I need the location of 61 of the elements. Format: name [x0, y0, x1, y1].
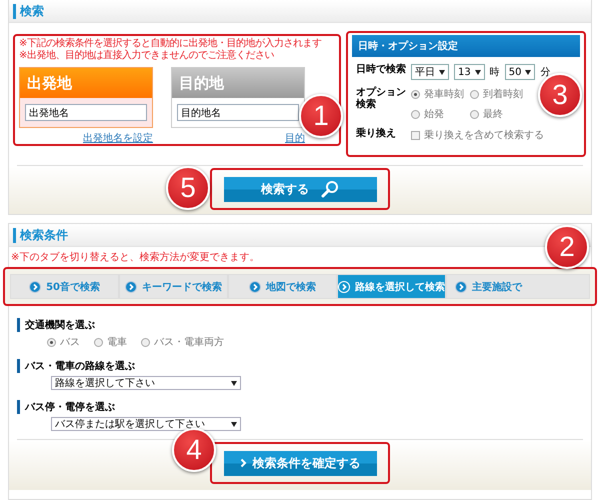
place-field[interactable]: 出発地名 — [25, 104, 147, 121]
place-heading: 出発地 — [20, 68, 152, 98]
place-field[interactable]: 目的地名 — [177, 104, 299, 121]
number-badge: 2 — [545, 225, 589, 269]
field-label: 日時で検索 — [356, 64, 407, 77]
route-select[interactable]: バス停または駅を選択して下さい — [51, 417, 241, 431]
notice-text: ※下のタブを切り替えると、検索方法が変更できます。 — [10, 250, 260, 265]
search-method-tab[interactable]: 路線を選択して検索 — [337, 274, 446, 299]
search-button[interactable]: 検索する — [224, 176, 376, 202]
dropdown-arrow-icon — [525, 70, 532, 74]
chevron-circle-icon — [249, 280, 262, 292]
search-method-tab[interactable]: 50音で検索 — [10, 274, 120, 299]
search-method-tab[interactable]: 主要施設で — [446, 274, 590, 299]
radio-button[interactable] — [470, 90, 479, 98]
checkbox[interactable] — [411, 130, 420, 140]
dropdown-arrow-icon — [231, 422, 237, 426]
hour-select[interactable]: 13 — [454, 64, 485, 80]
section-title: 検索 — [20, 2, 44, 20]
group-label: バス停・電停を選ぶ — [25, 400, 115, 414]
radio-option[interactable]: 到着時刻 — [470, 87, 523, 101]
group-label: 交通機関を選ぶ — [25, 318, 95, 332]
notice-text: ※出発地、目的地は直接入力できませんのでご注意ください — [19, 50, 275, 62]
radio-button[interactable] — [411, 90, 420, 98]
dropdown-arrow-icon — [439, 70, 445, 74]
group-label: バス・電車の路線を選ぶ — [25, 360, 135, 373]
field-label: 乗り換え — [356, 128, 397, 141]
day-select[interactable]: 平日 — [411, 64, 449, 80]
search-method-tab[interactable]: キーワードで検索 — [119, 274, 228, 299]
radio-option[interactable]: 始発 — [411, 107, 464, 121]
radio-button[interactable] — [94, 338, 103, 346]
chevron-circle-icon — [338, 280, 350, 292]
search-icon — [321, 180, 339, 198]
notice-text: ※下記の検索条件を選択すると自動的に出発地・目的地が入力されます — [19, 38, 322, 50]
chevron-circle-icon — [29, 280, 42, 292]
route-select[interactable]: 路線を選択して下さい — [51, 376, 241, 390]
radio-button[interactable] — [47, 338, 56, 346]
radio-button[interactable] — [411, 110, 420, 118]
radio-option[interactable]: 電車 — [94, 335, 127, 349]
radio-button[interactable] — [470, 110, 479, 118]
search-method-tab[interactable]: 地図で検索 — [228, 274, 338, 299]
confirm-button[interactable]: 検索条件を確定する — [224, 450, 376, 476]
unit-label: 時 — [490, 66, 500, 79]
dropdown-arrow-icon — [231, 380, 237, 386]
checkbox-option[interactable]: 乗り換えを含めて検索する — [411, 128, 576, 142]
radio-option[interactable]: バス・電車両方 — [141, 335, 224, 349]
section-title: 検索条件 — [20, 226, 68, 244]
radio-option[interactable]: 発車時刻 — [411, 87, 464, 101]
radio-button[interactable] — [141, 338, 150, 346]
dropdown-arrow-icon — [474, 70, 481, 74]
radio-option[interactable]: 最終 — [470, 107, 523, 121]
chevron-icon — [240, 458, 246, 468]
chevron-circle-icon — [455, 280, 468, 292]
chevron-circle-icon — [125, 280, 138, 292]
field-label: オプション検索 — [356, 87, 407, 112]
number-badge: 5 — [166, 166, 210, 210]
number-badge: 4 — [172, 428, 216, 472]
place-heading: 目的地 — [172, 68, 304, 98]
options-header: 日時・オプション設定 — [352, 35, 580, 57]
radio-option[interactable]: バス — [47, 335, 80, 349]
set-place-link[interactable]: 出発地名を設定 — [83, 131, 153, 145]
minute-select[interactable]: 50 — [504, 64, 536, 80]
